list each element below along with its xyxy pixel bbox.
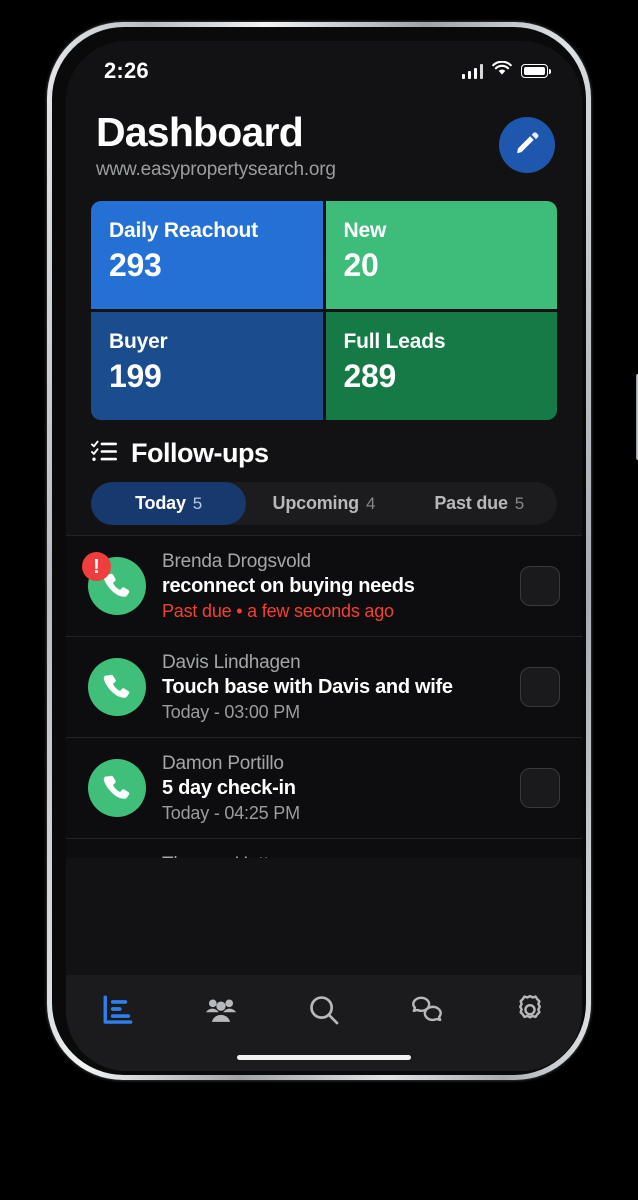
contact-name: Damon Portillo	[162, 752, 284, 774]
stat-label: New	[343, 219, 387, 243]
people-group-icon	[204, 993, 238, 1032]
tab-count: 4	[365, 493, 376, 513]
contact-name: Thomas Hattaway	[162, 854, 504, 859]
battery-full-icon	[521, 64, 551, 78]
stat-label: Full Leads	[343, 330, 446, 354]
list-item-text: Damon Portillo 5 day check-in Today - 04…	[162, 753, 504, 824]
list-item[interactable]: Davis Lindhagen Touch base with Davis an…	[66, 637, 582, 739]
chat-bubbles-icon	[410, 993, 444, 1032]
wifi-icon	[492, 60, 512, 81]
tab-today[interactable]: Today 5	[91, 482, 247, 526]
stat-card-daily-reachout[interactable]: Daily Reachout 293	[91, 201, 323, 310]
followups-header: Follow-ups	[91, 438, 557, 469]
status-bar: 2:26	[66, 41, 582, 93]
stat-card-grid: Daily Reachout 293 New 20 Buyer 199 Full…	[91, 201, 557, 421]
list-item-text: Brenda Drogsvold reconnect on buying nee…	[162, 551, 504, 622]
gear-icon	[513, 993, 547, 1032]
task-meta: Today - 03:00 PM	[162, 701, 300, 722]
task-title: Touch base with Davis and wife	[162, 675, 453, 698]
phone-device-frame: 2:26 Dashboard www.easypropertysearch.or…	[47, 22, 638, 1080]
tab-label: Today	[135, 493, 186, 514]
tab-count: 5	[514, 493, 525, 513]
stat-card-buyer[interactable]: Buyer 199	[91, 312, 323, 421]
stat-card-new[interactable]: New 20	[325, 201, 557, 310]
phone-screen: 2:26 Dashboard www.easypropertysearch.or…	[66, 41, 582, 1071]
followups-section: Follow-ups Today 5 Upcoming 4 Past due 5	[66, 420, 582, 526]
pencil-edit-icon	[514, 130, 540, 161]
edit-fab-button[interactable]	[499, 117, 555, 173]
stat-label: Buyer	[109, 330, 168, 354]
list-item[interactable]: Damon Portillo 5 day check-in Today - 04…	[66, 738, 582, 840]
cellular-signal-icon	[461, 63, 483, 79]
task-checkbox[interactable]	[520, 566, 560, 607]
nav-item-dashboard[interactable]	[66, 989, 169, 1035]
followups-title: Follow-ups	[131, 438, 269, 469]
app-header: Dashboard www.easypropertysearch.org	[66, 93, 582, 188]
task-checkbox[interactable]	[520, 667, 560, 708]
list-item-text: Thomas Hattaway 5 day check-in Today - 0…	[162, 854, 504, 859]
contact-name: Brenda Drogsvold	[162, 550, 311, 572]
avatar	[88, 759, 146, 818]
phone-call-icon	[88, 759, 146, 818]
tab-upcoming[interactable]: Upcoming 4	[246, 482, 401, 525]
bar-chart-icon	[101, 993, 135, 1032]
avatar	[88, 658, 146, 717]
task-title: reconnect on buying needs	[162, 574, 415, 597]
search-icon	[307, 993, 341, 1032]
site-url-label: www.easypropertysearch.org	[96, 159, 336, 181]
followup-list[interactable]: ! Brenda Drogsvold reconnect on buying n…	[66, 535, 582, 859]
nav-item-messages[interactable]	[376, 989, 479, 1035]
status-bar-time: 2:26	[104, 58, 149, 83]
nav-item-contacts[interactable]	[169, 989, 272, 1035]
list-item-text: Davis Lindhagen Touch base with Davis an…	[162, 652, 504, 723]
stat-value: 293	[109, 247, 162, 284]
task-title: 5 day check-in	[162, 776, 296, 799]
contact-name: Davis Lindhagen	[162, 651, 301, 673]
checklist-icon	[91, 439, 118, 468]
tab-past-due[interactable]: Past due 5	[402, 482, 557, 525]
nav-item-settings[interactable]	[479, 989, 582, 1035]
followups-tab-bar: Today 5 Upcoming 4 Past due 5	[91, 482, 557, 526]
stat-label: Daily Reachout	[109, 219, 258, 243]
task-meta: Today - 04:25 PM	[162, 802, 300, 823]
phone-call-icon	[88, 658, 146, 717]
avatar: !	[82, 552, 146, 616]
list-item[interactable]: ! Brenda Drogsvold reconnect on buying n…	[66, 536, 582, 638]
nav-item-search[interactable]	[272, 989, 375, 1035]
list-item[interactable]: Thomas Hattaway 5 day check-in Today - 0…	[66, 839, 582, 859]
bottom-navigation-bar	[66, 975, 582, 1071]
tab-label: Upcoming	[272, 493, 360, 514]
tab-count: 5	[192, 493, 203, 513]
stat-value: 20	[343, 247, 379, 284]
stat-value: 199	[109, 358, 162, 395]
home-indicator	[237, 1055, 411, 1060]
tab-label: Past due	[434, 493, 508, 514]
stat-value: 289	[343, 358, 397, 395]
page-title: Dashboard	[96, 109, 304, 155]
task-meta: Past due • a few seconds ago	[162, 600, 394, 621]
status-bar-icons	[461, 60, 551, 81]
task-checkbox[interactable]	[520, 768, 560, 809]
alert-badge-icon: !	[82, 552, 111, 582]
stat-card-full-leads[interactable]: Full Leads 289	[325, 312, 557, 421]
phone-bezel: 2:26 Dashboard www.easypropertysearch.or…	[52, 27, 586, 1075]
